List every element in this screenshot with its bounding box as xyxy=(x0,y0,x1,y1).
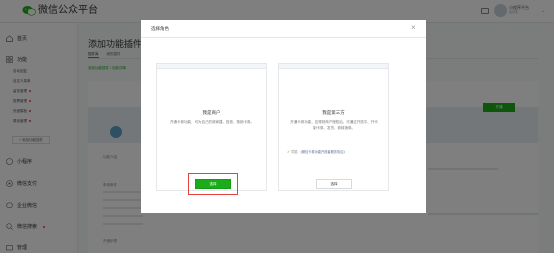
option-header xyxy=(279,64,388,69)
option-description: 开通卡券功能，可为自己的商家建、投放、核销卡券。 xyxy=(170,120,254,124)
role-option-merchant: 我是商户 开通卡券功能，可为自己的商家建、投放、核销卡券。 选择 xyxy=(156,63,267,195)
dialog-title: 选择角色 xyxy=(151,26,169,31)
agreement-prefix: 同意 xyxy=(291,150,298,154)
option-title: 我是第三方 xyxy=(322,110,345,115)
select-third-party-button[interactable]: 选择 xyxy=(316,179,352,189)
agreement-row[interactable]: ✓ 同意 《微信卡券功能开放者服务协议》 xyxy=(287,149,382,154)
select-merchant-button[interactable]: 选择 xyxy=(195,179,231,189)
divider xyxy=(141,37,426,38)
close-icon[interactable]: × xyxy=(411,24,416,32)
role-option-third-party: 我是第三方 开通卡券功能，应得到商户授权后，可通过开放平、开代制卡券、发货、券核… xyxy=(278,63,389,191)
checkbox-checked-icon[interactable]: ✓ xyxy=(287,149,290,154)
agreement-link[interactable]: 《微信卡券功能开放者服务协议》 xyxy=(299,149,347,154)
option-header xyxy=(157,64,266,69)
option-title: 我是商户 xyxy=(202,110,221,115)
select-role-dialog: 选择角色 × 我是商户 开通卡券功能，可为自己的商家建、投放、核销卡券。 选择 … xyxy=(141,20,426,213)
option-description: 开通卡券功能，应得到商户授权后，可通过开放平、开代制卡券、发货、券核销券。 xyxy=(290,120,378,130)
